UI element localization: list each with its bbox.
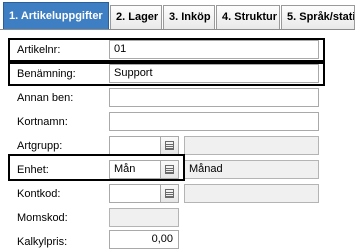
enhet-label: Enhet: <box>17 164 49 176</box>
list-icon <box>165 141 174 150</box>
momskod-label: Momskod: <box>17 212 68 224</box>
tab-artikeluppgifter[interactable]: 1. Artikeluppgifter <box>3 2 109 30</box>
list-icon <box>165 189 174 198</box>
artgrupp-label: Artgrupp: <box>17 140 63 152</box>
artgrupp-input[interactable] <box>109 136 161 155</box>
tab-inkop[interactable]: 3. Inköp <box>163 5 215 30</box>
tab-bar: 1. Artikeluppgifter 2. Lager 3. Inköp 4.… <box>0 0 355 30</box>
annan-ben-input[interactable] <box>109 88 319 107</box>
benamning-label: Benämning: <box>17 68 76 80</box>
enhet-input[interactable]: Mån <box>109 160 161 179</box>
artgrupp-description <box>184 136 319 155</box>
tab-lager[interactable]: 2. Lager <box>110 5 162 30</box>
kortnamn-input[interactable] <box>109 112 319 131</box>
enhet-description: Månad <box>184 160 319 179</box>
list-icon <box>165 165 174 174</box>
kortnamn-label: Kortnamn: <box>17 116 68 128</box>
tab-struktur[interactable]: 4. Struktur <box>216 5 280 30</box>
enhet-lookup-button[interactable] <box>160 160 179 179</box>
kontkod-description <box>184 184 319 203</box>
tab-sprak-status[interactable]: 5. Språk/stati <box>281 5 355 30</box>
kalkylpris-label: Kalkylpris: <box>17 236 68 248</box>
artikelnr-input[interactable]: 01 <box>109 40 319 59</box>
benamning-input[interactable]: Support <box>109 64 319 83</box>
article-form-window: 1. Artikeluppgifter 2. Lager 3. Inköp 4.… <box>0 0 355 251</box>
momskod-input[interactable] <box>109 208 179 227</box>
kalkylpris-input[interactable]: 0,00 <box>109 230 179 249</box>
artikelnr-label: Artikelnr: <box>17 44 61 56</box>
kontkod-input[interactable] <box>109 184 161 203</box>
article-details-panel: Artikelnr: 01 Benämning: Support Annan b… <box>0 30 355 251</box>
kontkod-label: Kontkod: <box>17 188 61 200</box>
artgrupp-lookup-button[interactable] <box>160 136 179 155</box>
annan-ben-label: Annan ben: <box>17 92 74 104</box>
kontkod-lookup-button[interactable] <box>160 184 179 203</box>
